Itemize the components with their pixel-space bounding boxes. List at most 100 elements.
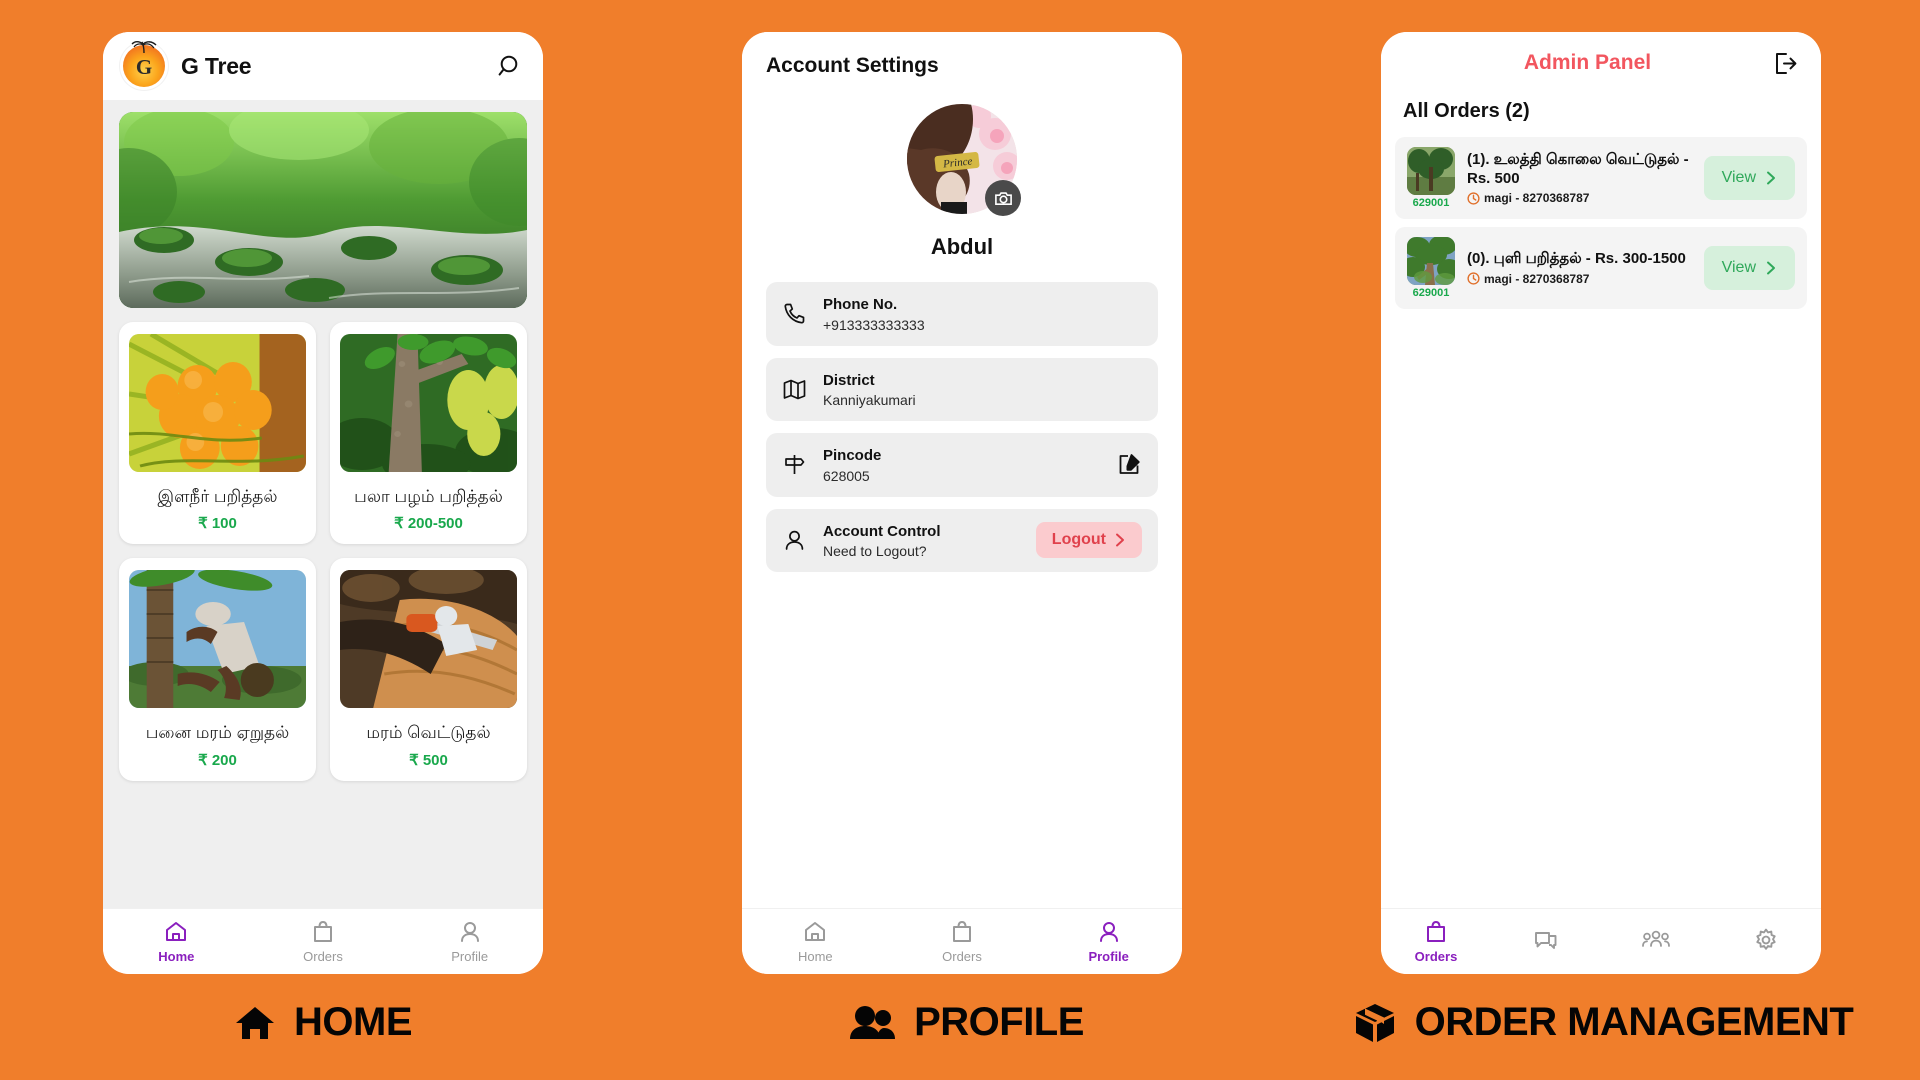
nav-item-people[interactable] — [1601, 927, 1711, 957]
info-label: Account Control — [823, 522, 941, 540]
order-pincode: 629001 — [1412, 197, 1450, 209]
product-name: பனை மரம் ஏறுதல் — [145, 723, 290, 743]
nav-item-orders[interactable]: Orders — [1381, 919, 1491, 964]
info-row-account-control[interactable]: Account Control Need to Logout? Logout — [766, 508, 1158, 572]
profile-info-list: Phone No. +913333333333 District Kanniya… — [766, 282, 1158, 572]
caption-label: HOME — [294, 1000, 413, 1044]
nav-item-orders[interactable]: Orders — [889, 919, 1036, 964]
profile-content: Account Settings Prince Abdul Phone No. … — [742, 32, 1182, 908]
admin-bottom-nav: Orders — [1381, 908, 1821, 974]
order-info: (0). புளி பறித்தல் - Rs. 300-1500 magi -… — [1467, 250, 1692, 286]
view-button-label: View — [1721, 169, 1756, 186]
logout-button[interactable]: Logout — [1035, 522, 1142, 559]
person-icon — [782, 528, 807, 553]
screenshot-root: G G Tree இளநீர் பறித்தல் ₹ 100 பலா பழம் … — [0, 0, 1920, 1080]
phone-mockup-admin: Admin Panel All Orders (2) 629001 (1). உ… — [1381, 32, 1821, 974]
order-thumb-wrapper: 629001 — [1407, 237, 1455, 299]
product-image-palm-climbing — [129, 570, 306, 709]
product-price: ₹ 500 — [409, 751, 448, 769]
order-info: (1). உலத்தி கொலை வெட்டுதல் - Rs. 500 mag… — [1467, 151, 1692, 206]
product-name: இளநீர் பறித்தல் — [157, 487, 278, 506]
logout-button-label: Logout — [1051, 531, 1106, 549]
nav-item-chat[interactable] — [1491, 927, 1601, 957]
nav-item-profile[interactable]: Profile — [1035, 919, 1182, 964]
nav-item-home[interactable]: Home — [742, 919, 889, 964]
product-price: ₹ 200-500 — [394, 515, 463, 533]
nav-item-home[interactable]: Home — [103, 919, 250, 964]
order-row[interactable]: 629001 (0). புளி பறித்தல் - Rs. 300-1500… — [1395, 227, 1807, 309]
product-card[interactable]: இளநீர் பறித்தல் ₹ 100 — [119, 322, 316, 545]
info-value: Kanniyakumari — [823, 392, 916, 408]
nav-label: Orders — [303, 949, 343, 964]
order-title: (0). புளி பறித்தல் - Rs. 300-1500 — [1467, 250, 1686, 268]
logout-icon[interactable] — [1772, 50, 1799, 77]
nav-label: Home — [158, 949, 195, 964]
home-bottom-nav: Home Orders Profile — [103, 908, 543, 974]
all-orders-heading: All Orders (2) — [1403, 100, 1530, 122]
app-title: G Tree — [181, 52, 252, 79]
admin-app-bar: Admin Panel — [1381, 32, 1821, 94]
nav-label: Orders — [1414, 949, 1458, 964]
order-row[interactable]: 629001 (1). உலத்தி கொலை வெட்டுதல் - Rs. … — [1395, 137, 1807, 219]
info-row-district[interactable]: District Kanniyakumari — [766, 357, 1158, 421]
nav-label: Profile — [451, 949, 489, 964]
nav-item-orders[interactable]: Orders — [250, 919, 397, 964]
profile-name: Abdul — [930, 234, 994, 259]
home-content: இளநீர் பறித்தல் ₹ 100 பலா பழம் பறித்தல் … — [103, 100, 543, 908]
home-solid-icon — [236, 1006, 274, 1039]
phone-icon — [782, 301, 807, 326]
order-pincode: 629001 — [1412, 287, 1450, 299]
chevron-right-icon — [1767, 261, 1775, 275]
info-value: Need to Logout? — [823, 543, 927, 559]
box-solid-icon — [1355, 1003, 1394, 1042]
product-image-jackfruit — [340, 334, 517, 472]
nav-label: Profile — [1088, 949, 1129, 964]
caption-order-management: ORDER MANAGEMENT — [1286, 1000, 1920, 1045]
info-label: Phone No. — [823, 296, 898, 313]
caption-label: PROFILE — [914, 1000, 1084, 1044]
product-image-tender-coconut — [129, 334, 306, 472]
home-app-bar: G G Tree — [103, 32, 543, 100]
product-price: ₹ 200 — [198, 751, 237, 769]
order-title: (1). உலத்தி கொலை வெட்டுதல் - Rs. 500 — [1467, 150, 1689, 187]
person-icon — [460, 922, 479, 942]
edit-icon[interactable] — [1117, 452, 1142, 477]
avatar-wrapper: Prince — [907, 104, 1021, 216]
view-order-button[interactable]: View — [1703, 156, 1795, 200]
product-price: ₹ 100 — [198, 515, 237, 533]
order-customer: magi - 8270368787 — [1484, 271, 1590, 286]
camera-icon[interactable] — [985, 180, 1021, 216]
info-row-phone[interactable]: Phone No. +913333333333 — [766, 282, 1158, 346]
nav-label: Home — [797, 949, 833, 964]
hero-banner-image[interactable] — [119, 112, 527, 308]
nav-item-profile[interactable]: Profile — [396, 919, 543, 964]
view-order-button[interactable]: View — [1703, 246, 1795, 290]
signpost-icon — [782, 452, 807, 477]
phone-mockup-home: G G Tree இளநீர் பறித்தல் ₹ 100 பலா பழம் … — [103, 32, 543, 974]
product-card[interactable]: பலா பழம் பறித்தல் ₹ 200-500 — [330, 322, 527, 545]
map-icon — [782, 377, 807, 402]
people-icon — [1642, 930, 1670, 947]
palm-fronds-icon — [131, 41, 157, 54]
gear-icon — [1756, 928, 1776, 950]
bag-icon — [953, 921, 971, 942]
admin-content: All Orders (2) 629001 (1). உலத்தி கொலை வ… — [1381, 94, 1821, 908]
people-solid-icon — [850, 1005, 896, 1039]
search-icon[interactable] — [497, 53, 523, 79]
caption-label: ORDER MANAGEMENT — [1414, 1000, 1854, 1044]
order-thumb-wrapper: 629001 — [1407, 147, 1455, 209]
caption-home: HOME — [0, 1000, 646, 1045]
page-title: Account Settings — [766, 54, 939, 77]
g-tree-logo-icon: G — [123, 41, 165, 87]
product-name: மரம் வெட்டுதல் — [366, 723, 491, 743]
product-card[interactable]: பனை மரம் ஏறுதல் ₹ 200 — [119, 558, 316, 781]
nav-item-settings[interactable] — [1711, 927, 1821, 957]
order-meta: magi - 8270368787 — [1467, 272, 1692, 286]
clock-icon — [1467, 272, 1480, 286]
info-label: District — [823, 371, 875, 389]
info-row-pincode[interactable]: Pincode 628005 — [766, 433, 1158, 497]
home-icon — [805, 922, 826, 941]
bag-icon — [1427, 921, 1445, 942]
home-icon — [166, 922, 187, 941]
product-card[interactable]: மரம் வெட்டுதல் ₹ 500 — [330, 558, 527, 781]
